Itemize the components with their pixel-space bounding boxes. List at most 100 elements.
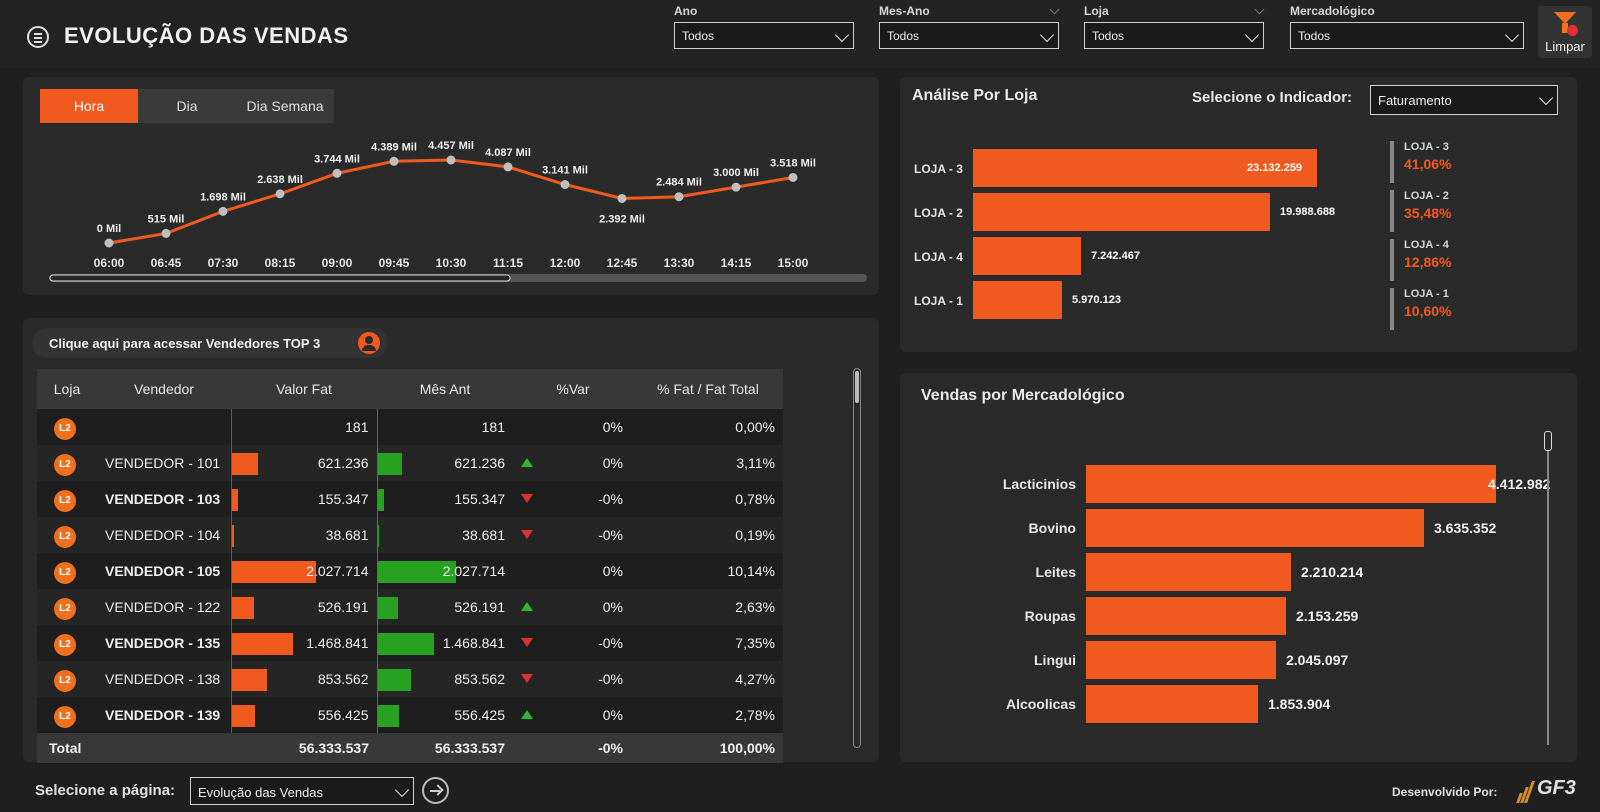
data-point[interactable] (560, 180, 570, 190)
share-store-name: LOJA - 2 (1404, 190, 1449, 202)
data-point[interactable] (788, 172, 798, 182)
cell-vendedor: VENDEDOR - 139 (97, 697, 231, 733)
column-header-valor-fat[interactable]: Valor Fat (231, 369, 377, 409)
top3-sellers-button[interactable]: Clique aqui para acessar Vendedores TOP … (32, 328, 388, 358)
scrollbar-thumb[interactable] (49, 274, 511, 282)
cell-mes-ant: 526.191 (376, 589, 513, 625)
filter-mes-ano-value: Todos (887, 29, 920, 43)
scrollbar-thumb[interactable] (855, 371, 859, 403)
header-bar: EVOLUÇÃO DAS VENDAS Ano Todos Mes-Ano To… (0, 0, 1600, 68)
merc-bar[interactable] (1086, 509, 1424, 547)
data-label: 4.087 Mil (485, 147, 531, 159)
column-header-loja[interactable]: Loja (37, 369, 97, 409)
store-bar[interactable] (973, 237, 1081, 275)
column-header-var[interactable]: %Var (513, 369, 633, 409)
data-label: 2.392 Mil (599, 213, 645, 225)
mes-ant-bar (377, 453, 402, 475)
column-header-pct-fat[interactable]: % Fat / Fat Total (633, 369, 783, 409)
filter-mes-ano-label: Mes-Ano (879, 4, 930, 18)
data-point[interactable] (275, 189, 285, 199)
data-label: 4.389 Mil (371, 141, 417, 153)
cell-valor-text: 38.681 (325, 527, 369, 543)
time-chart-panel: Hora Dia Dia Semana 0 Mil 06:00 515 Mil 06:… (23, 77, 879, 295)
page-select-dropdown[interactable]: Evolução das Vendas (190, 777, 414, 805)
column-header-vendedor[interactable]: Vendedor (97, 369, 231, 409)
data-point[interactable] (731, 182, 741, 192)
store-bar[interactable] (973, 193, 1270, 231)
cell-pct-fat: 10,14% (633, 553, 783, 589)
filter-mercadologico: Mercadológico Todos (1290, 4, 1524, 49)
merc-bar[interactable] (1086, 685, 1258, 723)
cell-mes-text: 526.191 (454, 599, 505, 615)
data-point[interactable] (617, 193, 627, 203)
data-label: 515 Mil (148, 213, 185, 225)
go-to-page-button[interactable] (422, 777, 449, 804)
cell-vendedor: VENDEDOR - 101 (97, 445, 231, 481)
table-row[interactable]: L2 VENDEDOR - 101 621.236 621.236 0% 3,11% (37, 445, 783, 481)
indicator-dropdown[interactable]: Faturamento (1370, 85, 1558, 115)
filter-mes-ano: Mes-Ano Todos (879, 4, 1060, 49)
cell-var-text: 0% (602, 563, 623, 579)
data-point[interactable] (161, 228, 171, 238)
data-point[interactable] (674, 192, 684, 202)
table-row[interactable]: L2 VENDEDOR - 135 1.468.841 1.468.841 -0% 7,3… (37, 625, 783, 661)
cell-mes-ant: 155.347 (376, 481, 513, 517)
cell-valor-text: 2.027.714 (306, 563, 369, 579)
store-bar[interactable] (973, 281, 1062, 319)
sellers-table: Loja Vendedor Valor Fat Mês Ant %Var % F… (37, 369, 783, 763)
table-row[interactable]: L2 VENDEDOR - 138 853.562 853.562 -0% 4,27% (37, 661, 783, 697)
filter-mercadologico-dropdown[interactable]: Todos (1290, 22, 1524, 49)
merc-value-label: 2.045.097 (1286, 652, 1349, 668)
merc-value-label: 2.153.259 (1296, 608, 1359, 624)
filter-ano-dropdown[interactable]: Todos (674, 22, 854, 49)
filter-loja-label: Loja (1084, 4, 1109, 18)
valor-bar (231, 633, 293, 655)
table-row[interactable]: L2 VENDEDOR - 103 155.347 155.347 -0% 0,78% (37, 481, 783, 517)
cell-vendedor: VENDEDOR - 135 (97, 625, 231, 661)
x-tick-label: 08:15 (265, 256, 296, 270)
merc-bar[interactable] (1086, 597, 1286, 635)
filter-loja-dropdown[interactable]: Todos (1084, 22, 1264, 49)
filter-mercadologico-value: Todos (1298, 29, 1331, 43)
trend-down-icon (521, 530, 533, 539)
x-tick-label: 06:00 (94, 256, 125, 270)
cell-pct-fat: 2,78% (633, 697, 783, 733)
menu-icon[interactable] (27, 26, 49, 48)
filter-mes-ano-dropdown[interactable]: Todos (879, 22, 1059, 49)
share-divider (1390, 239, 1394, 281)
table-row[interactable]: L2 VENDEDOR - 139 556.425 556.425 0% 2,78% (37, 697, 783, 733)
data-point[interactable] (104, 238, 114, 248)
table-scrollbar[interactable] (853, 368, 861, 748)
cell-valor-fat: 1.468.841 (230, 625, 377, 661)
table-row[interactable]: L2 VENDEDOR - 104 38.681 38.681 -0% 0,19% (37, 517, 783, 553)
column-header-mes-ant[interactable]: Mês Ant (377, 369, 513, 409)
data-point[interactable] (503, 162, 513, 172)
merc-bar[interactable] (1086, 641, 1276, 679)
merc-category-label: Leites (1035, 564, 1076, 580)
merc-bar[interactable] (1086, 465, 1496, 503)
cell-loja: L2 (37, 517, 97, 553)
table-row[interactable]: L2 VENDEDOR - 122 526.191 526.191 0% 2,63% (37, 589, 783, 625)
scrollbar-thumb[interactable] (1544, 431, 1552, 451)
store-share-item: LOJA - 4 12,86% (1390, 239, 1510, 281)
data-point[interactable] (218, 206, 228, 216)
merc-scrollbar[interactable] (1544, 431, 1555, 745)
share-divider (1390, 288, 1394, 330)
data-point[interactable] (389, 156, 399, 166)
data-label: 4.457 Mil (428, 140, 474, 152)
total-label: Total (37, 733, 97, 763)
trend-up-icon (521, 602, 533, 611)
merc-category-label: Lacticinios (1002, 476, 1076, 492)
x-tick-label: 12:00 (550, 256, 581, 270)
table-row[interactable]: L2 181 181 0% 0,00% (37, 409, 783, 445)
store-category-label: LOJA - 2 (914, 206, 963, 220)
filter-ano: Ano Todos (674, 4, 854, 49)
data-point[interactable] (446, 155, 456, 165)
x-tick-label: 11:15 (493, 256, 523, 270)
table-row[interactable]: L2 VENDEDOR - 105 2.027.714 2.027.714 0% 10,1… (37, 553, 783, 589)
clear-filters-button[interactable]: Limpar (1538, 6, 1592, 58)
x-tick-label: 07:30 (208, 256, 239, 270)
data-point[interactable] (332, 168, 342, 178)
merc-bar[interactable] (1086, 553, 1291, 591)
table-header-row: Loja Vendedor Valor Fat Mês Ant %Var % F… (37, 369, 783, 409)
